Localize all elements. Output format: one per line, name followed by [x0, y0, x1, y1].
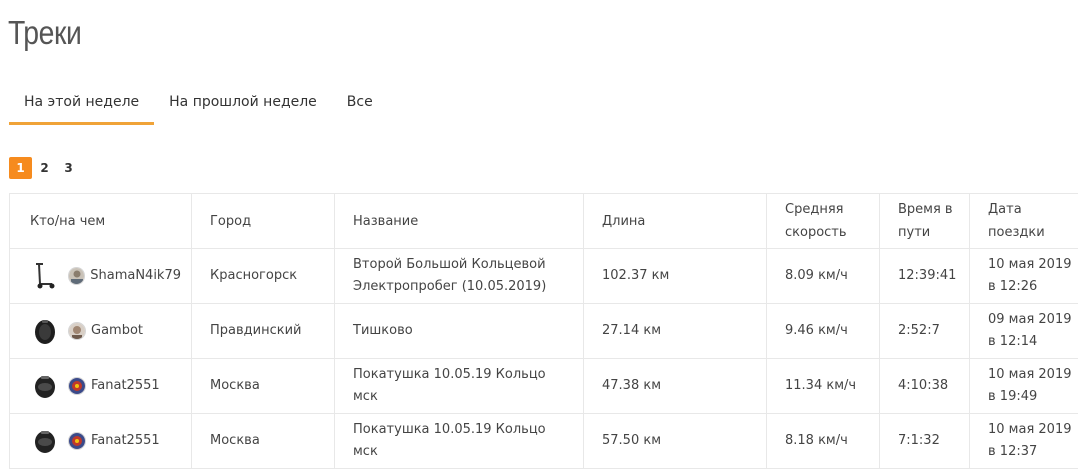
column-header-length: Длина [583, 193, 767, 249]
table-row[interactable]: Fanat2551 Москва Покатушка 10.05.19 Коль… [9, 413, 1078, 469]
page-1-button[interactable]: 1 [9, 157, 32, 179]
user-link[interactable]: ShamaN4ik79 [90, 265, 181, 287]
monowheel-icon [32, 316, 58, 346]
cell-who: Fanat2551 [9, 413, 192, 469]
cell-who: ShamaN4ik79 [9, 248, 192, 304]
page-2-button[interactable]: 2 [33, 157, 56, 179]
cell-speed: 8.18 км/ч [766, 413, 880, 469]
tab-all[interactable]: Все [332, 84, 388, 126]
user-link[interactable]: Fanat2551 [91, 430, 160, 452]
cell-who: Gambot [9, 303, 192, 359]
cell-city: Москва [191, 413, 335, 469]
tab-this-week[interactable]: На этой неделе [9, 84, 155, 126]
user-link[interactable]: Fanat2551 [91, 375, 160, 397]
column-header-city: Город [191, 193, 335, 249]
cell-date: 10 мая 2019 в 12:37 [969, 413, 1078, 469]
cell-city: Красногорск [191, 248, 335, 304]
cell-date: 10 мая 2019 в 12:26 [969, 248, 1078, 304]
cell-track-name[interactable]: Второй Большой Кольцевой Электропробег (… [334, 248, 584, 304]
column-header-date: Дата поездки [969, 193, 1078, 249]
cell-city: Правдинский [191, 303, 335, 359]
scooter-icon [32, 261, 58, 291]
cell-duration: 12:39:41 [879, 248, 970, 304]
avatar[interactable] [68, 322, 86, 340]
cell-length: 27.14 км [583, 303, 767, 359]
monowheel-icon [32, 371, 58, 401]
pagination: 1 2 3 [9, 157, 81, 179]
column-header-duration: Время в пути [879, 193, 970, 249]
cell-who: Fanat2551 [9, 358, 192, 414]
column-header-who: Кто/на чем [9, 193, 192, 249]
user-link[interactable]: Gambot [91, 320, 143, 342]
cell-length: 47.38 км [583, 358, 767, 414]
cell-date: 09 мая 2019 в 12:14 [969, 303, 1078, 359]
cell-track-name[interactable]: Тишково [334, 303, 584, 359]
avatar[interactable] [68, 377, 86, 395]
page-title: Треки [8, 14, 82, 51]
cell-duration: 2:52:7 [879, 303, 970, 359]
cell-speed: 9.46 км/ч [766, 303, 880, 359]
table-header-row: Кто/на чем Город Название Длина Средняя … [9, 193, 1078, 249]
column-header-speed: Средняя скорость [766, 193, 880, 249]
cell-speed: 11.34 км/ч [766, 358, 880, 414]
avatar[interactable] [68, 432, 86, 450]
tracks-table: Кто/на чем Город Название Длина Средняя … [9, 193, 1078, 469]
table-row[interactable]: ShamaN4ik79 Красногорск Второй Большой К… [9, 248, 1078, 304]
table-row[interactable]: Gambot Правдинский Тишково 27.14 км 9.46… [9, 303, 1078, 359]
monowheel-icon [32, 426, 58, 456]
cell-length: 57.50 км [583, 413, 767, 469]
cell-duration: 4:10:38 [879, 358, 970, 414]
cell-track-name[interactable]: Покатушка 10.05.19 Кольцо мск [334, 413, 584, 469]
period-tabs: На этой неделе На прошлой неделе Все [9, 84, 388, 126]
cell-date: 10 мая 2019 в 19:49 [969, 358, 1078, 414]
cell-duration: 7:1:32 [879, 413, 970, 469]
page-3-button[interactable]: 3 [57, 157, 80, 179]
tab-last-week[interactable]: На прошлой неделе [154, 84, 332, 126]
cell-length: 102.37 км [583, 248, 767, 304]
column-header-name: Название [334, 193, 584, 249]
cell-city: Москва [191, 358, 335, 414]
table-row[interactable]: Fanat2551 Москва Покатушка 10.05.19 Коль… [9, 358, 1078, 414]
cell-track-name[interactable]: Покатушка 10.05.19 Кольцо мск [334, 358, 584, 414]
avatar[interactable] [67, 267, 86, 285]
cell-speed: 8.09 км/ч [766, 248, 880, 304]
